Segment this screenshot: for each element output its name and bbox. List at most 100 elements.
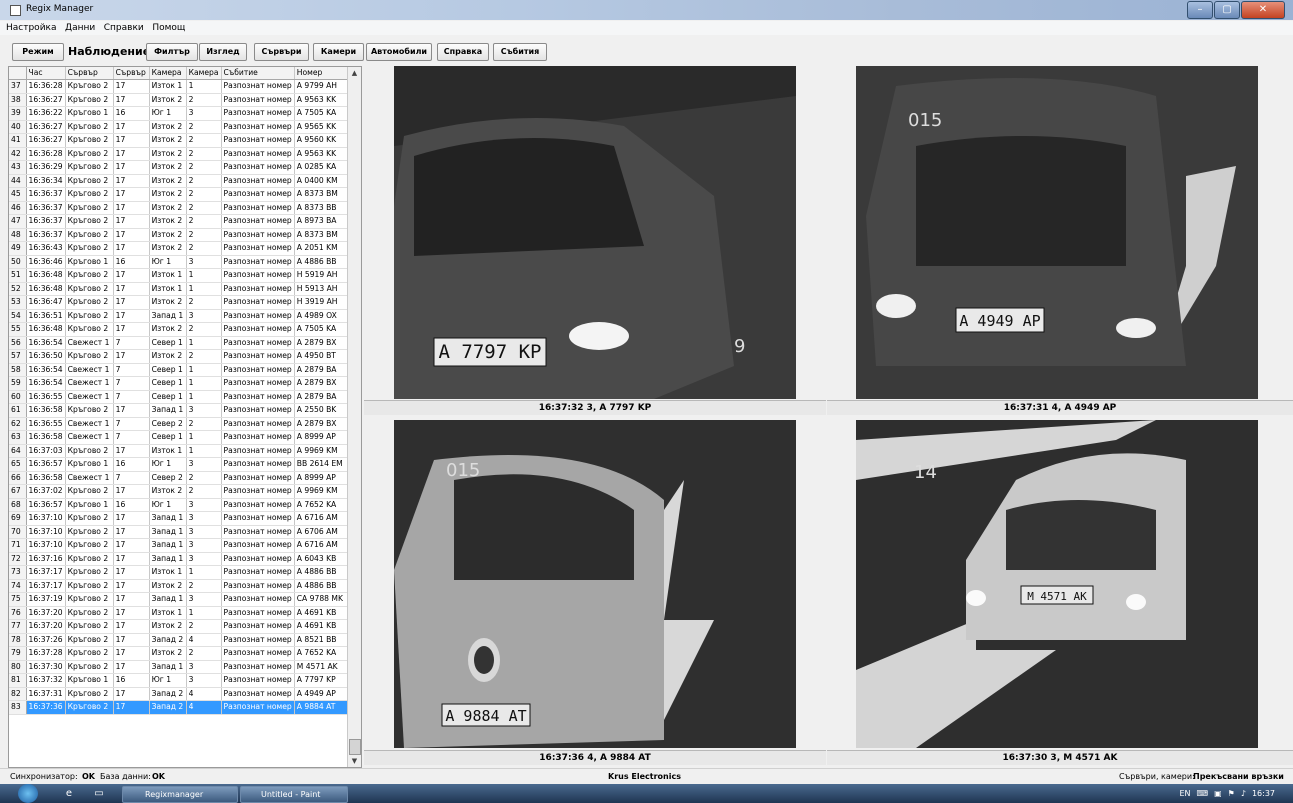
scroll-down-icon[interactable]: ▼: [348, 755, 361, 767]
table-row[interactable]: 60 16:36:55 Свежест 1 7 Север 1 1 Разпознат но…: [9, 390, 356, 404]
task-paint[interactable]: Untitled - Paint: [240, 786, 348, 803]
menu-data[interactable]: Данни: [65, 21, 95, 35]
events-button[interactable]: Събития: [493, 43, 547, 61]
col-header-camera-id[interactable]: Камера: [186, 67, 222, 80]
monitoring-label[interactable]: Наблюдение: [68, 45, 150, 58]
table-row[interactable]: 62 16:36:55 Свежест 1 7 Север 2 2 Разпознат но…: [9, 417, 356, 431]
row-number: 56: [9, 336, 27, 350]
cars-button[interactable]: Автомобили: [366, 43, 432, 61]
camera-view-4[interactable]: M 4571 AK 14: [856, 420, 1258, 748]
camera-view-3[interactable]: A 9884 AT 015: [394, 420, 796, 748]
table-row[interactable]: 76 16:37:20 Кръгово 2 17 Изток 1 1 Разпознат н…: [9, 606, 356, 620]
table-row[interactable]: 54 16:36:51 Кръгово 2 17 Запад 1 3 Разпознат н…: [9, 309, 356, 323]
camera-view-2[interactable]: A 4949 AP 015: [856, 66, 1258, 399]
table-row[interactable]: 44 16:36:34 Кръгово 2 17 Изток 2 2 Разпознат н…: [9, 174, 356, 188]
table-row[interactable]: 72 16:37:16 Кръгово 2 17 Запад 1 3 Разпознат н…: [9, 552, 356, 566]
col-header-event[interactable]: Събитие: [221, 67, 295, 80]
table-row[interactable]: 63 16:36:58 Свежест 1 7 Север 1 1 Разпознат но…: [9, 430, 356, 445]
table-row[interactable]: 53 16:36:47 Кръгово 2 17 Изток 2 2 Разпознат н…: [9, 295, 356, 310]
table-row[interactable]: 55 16:36:48 Кръгово 2 17 Изток 2 2 Разпознат н…: [9, 322, 356, 337]
flag-icon[interactable]: ⚑: [1228, 786, 1235, 801]
language-indicator[interactable]: EN: [1180, 786, 1191, 801]
col-header-camera[interactable]: Камера: [149, 67, 187, 80]
table-row[interactable]: 58 16:36:54 Свежест 1 7 Север 1 1 Разпознат но…: [9, 363, 356, 377]
camera-view-1[interactable]: A 7797 KP 9: [394, 66, 796, 399]
table-row[interactable]: 38 16:36:27 Кръгово 2 17 Изток 2 2 Разпознат н…: [9, 93, 356, 107]
cell-event: Разпознат номер: [221, 403, 295, 418]
table-row[interactable]: 59 16:36:54 Свежест 1 7 Север 1 1 Разпознат но…: [9, 376, 356, 391]
table-row[interactable]: 57 16:36:50 Кръгово 2 17 Изток 2 2 Разпознат н…: [9, 349, 356, 364]
row-number: 77: [9, 619, 27, 634]
table-row[interactable]: 48 16:36:37 Кръгово 2 17 Изток 2 2 Разпознат н…: [9, 228, 356, 242]
table-row[interactable]: 67 16:37:02 Кръгово 2 17 Изток 2 2 Разпознат н…: [9, 484, 356, 499]
table-row[interactable]: 43 16:36:29 Кръгово 2 17 Изток 2 2 Разпознат н…: [9, 160, 356, 175]
ie-icon[interactable]: e: [62, 787, 76, 800]
table-row[interactable]: 75 16:37:19 Кръгово 2 17 Запад 1 3 Разпознат н…: [9, 592, 356, 607]
menu-help[interactable]: Помощ: [152, 21, 185, 35]
table-row[interactable]: 65 16:36:57 Кръгово 1 16 Юг 1 3 Разпознат номе…: [9, 457, 356, 472]
table-row[interactable]: 47 16:36:37 Кръгово 2 17 Изток 2 2 Разпознат н…: [9, 214, 356, 229]
clock[interactable]: 16:37: [1252, 786, 1275, 801]
explorer-icon[interactable]: ▭: [92, 787, 106, 800]
maximize-button[interactable]: ▢: [1214, 1, 1240, 19]
col-header-time[interactable]: Час: [26, 67, 66, 80]
plate-text-2: A 4949 AP: [959, 312, 1040, 330]
camera-grid: A 7797 KP 9 16:37:32 3, A 7797 KP A 4949…: [364, 66, 1293, 766]
table-row[interactable]: 46 16:36:37 Кръгово 2 17 Изток 2 2 Разпознат н…: [9, 201, 356, 215]
table-scrollbar[interactable]: ▲ ▼: [347, 67, 361, 767]
table-row[interactable]: 51 16:36:48 Кръгово 2 17 Изток 1 1 Разпознат н…: [9, 268, 356, 283]
task-regixmanager[interactable]: Regixmanager: [122, 786, 238, 803]
table-row[interactable]: 74 16:37:17 Кръгово 2 17 Изток 2 2 Разпознат н…: [9, 579, 356, 593]
disconnected-links-link[interactable]: Прекъсвани връзки: [1193, 769, 1284, 784]
table-row[interactable]: 37 16:36:28 Кръгово 2 17 Изток 1 1 Разпознат н…: [9, 79, 356, 94]
table-row[interactable]: 78 16:37:26 Кръгово 2 17 Запад 2 4 Разпознат н…: [9, 633, 356, 647]
col-header-server[interactable]: Сървър: [65, 67, 114, 80]
table-row[interactable]: 61 16:36:58 Кръгово 2 17 Запад 1 3 Разпознат н…: [9, 403, 356, 418]
table-row[interactable]: 41 16:36:27 Кръгово 2 17 Изток 2 2 Разпознат н…: [9, 133, 356, 148]
cell-time: 16:36:27: [26, 120, 66, 134]
cell-time: 16:36:54: [26, 363, 66, 377]
mode-button[interactable]: Режим: [12, 43, 64, 61]
view-button[interactable]: Изглед: [199, 43, 247, 61]
row-number: 64: [9, 444, 27, 458]
cameras-button[interactable]: Камери: [313, 43, 364, 61]
table-row[interactable]: 49 16:36:43 Кръгово 2 17 Изток 2 2 Разпознат н…: [9, 241, 356, 256]
table-row[interactable]: 77 16:37:20 Кръгово 2 17 Изток 2 2 Разпознат н…: [9, 619, 356, 634]
table-row[interactable]: 73 16:37:17 Кръгово 2 17 Изток 1 1 Разпознат н…: [9, 565, 356, 580]
table-row[interactable]: 56 16:36:54 Свежест 1 7 Север 1 1 Разпознат но…: [9, 336, 356, 350]
volume-icon[interactable]: ♪: [1241, 786, 1246, 801]
network-icon[interactable]: ▣: [1214, 786, 1222, 801]
menu-reports[interactable]: Справки: [104, 21, 144, 35]
table-row[interactable]: 42 16:36:28 Кръгово 2 17 Изток 2 2 Разпознат н…: [9, 147, 356, 161]
report-button[interactable]: Справка: [437, 43, 489, 61]
cell-time: 16:37:17: [26, 565, 66, 580]
cell-server-id: 17: [113, 511, 150, 526]
servers-button[interactable]: Сървъри: [254, 43, 309, 61]
cell-camera-id: 3: [186, 255, 222, 269]
table-row[interactable]: 69 16:37:10 Кръгово 2 17 Запад 1 3 Разпознат н…: [9, 511, 356, 526]
scroll-thumb[interactable]: [349, 739, 361, 755]
menu-settings[interactable]: Настройка: [6, 21, 57, 35]
table-row[interactable]: 71 16:37:10 Кръгово 2 17 Запад 1 3 Разпознат н…: [9, 538, 356, 553]
scroll-up-icon[interactable]: ▲: [348, 67, 361, 79]
table-row[interactable]: 79 16:37:28 Кръгово 2 17 Изток 2 2 Разпознат н…: [9, 646, 356, 661]
table-row[interactable]: 50 16:36:46 Кръгово 1 16 Юг 1 3 Разпознат номе…: [9, 255, 356, 269]
table-row[interactable]: 68 16:36:57 Кръгово 1 16 Юг 1 3 Разпознат номе…: [9, 498, 356, 512]
table-row[interactable]: 45 16:36:37 Кръгово 2 17 Изток 2 2 Разпознат н…: [9, 187, 356, 202]
keyboard-icon[interactable]: ⌨: [1197, 786, 1209, 801]
table-row[interactable]: 40 16:36:27 Кръгово 2 17 Изток 2 2 Разпознат н…: [9, 120, 356, 134]
table-row[interactable]: 83 16:37:36 Кръгово 2 17 Запад 2 4 Разпознат н…: [9, 700, 356, 715]
table-row[interactable]: 80 16:37:30 Кръгово 2 17 Запад 1 3 Разпознат н…: [9, 660, 356, 674]
table-row[interactable]: 70 16:37:10 Кръгово 2 17 Запад 1 3 Разпознат н…: [9, 525, 356, 539]
minimize-button[interactable]: –: [1187, 1, 1213, 19]
table-row[interactable]: 66 16:36:58 Свежест 1 7 Север 2 2 Разпознат но…: [9, 471, 356, 485]
table-row[interactable]: 52 16:36:48 Кръгово 2 17 Изток 1 1 Разпознат н…: [9, 282, 356, 296]
table-row[interactable]: 39 16:36:22 Кръгово 1 16 Юг 1 3 Разпознат номе…: [9, 106, 356, 121]
table-row[interactable]: 82 16:37:31 Кръгово 2 17 Запад 2 4 Разпознат н…: [9, 687, 356, 701]
col-header-server-id[interactable]: Сървър: [113, 67, 150, 80]
table-row[interactable]: 64 16:37:03 Кръгово 2 17 Изток 1 1 Разпознат н…: [9, 444, 356, 458]
table-row[interactable]: 81 16:37:32 Кръгово 1 16 Юг 1 3 Разпознат номе…: [9, 673, 356, 688]
start-button[interactable]: [18, 784, 38, 803]
filter-button[interactable]: Филтър: [146, 43, 198, 61]
close-button[interactable]: ✕: [1241, 1, 1285, 19]
